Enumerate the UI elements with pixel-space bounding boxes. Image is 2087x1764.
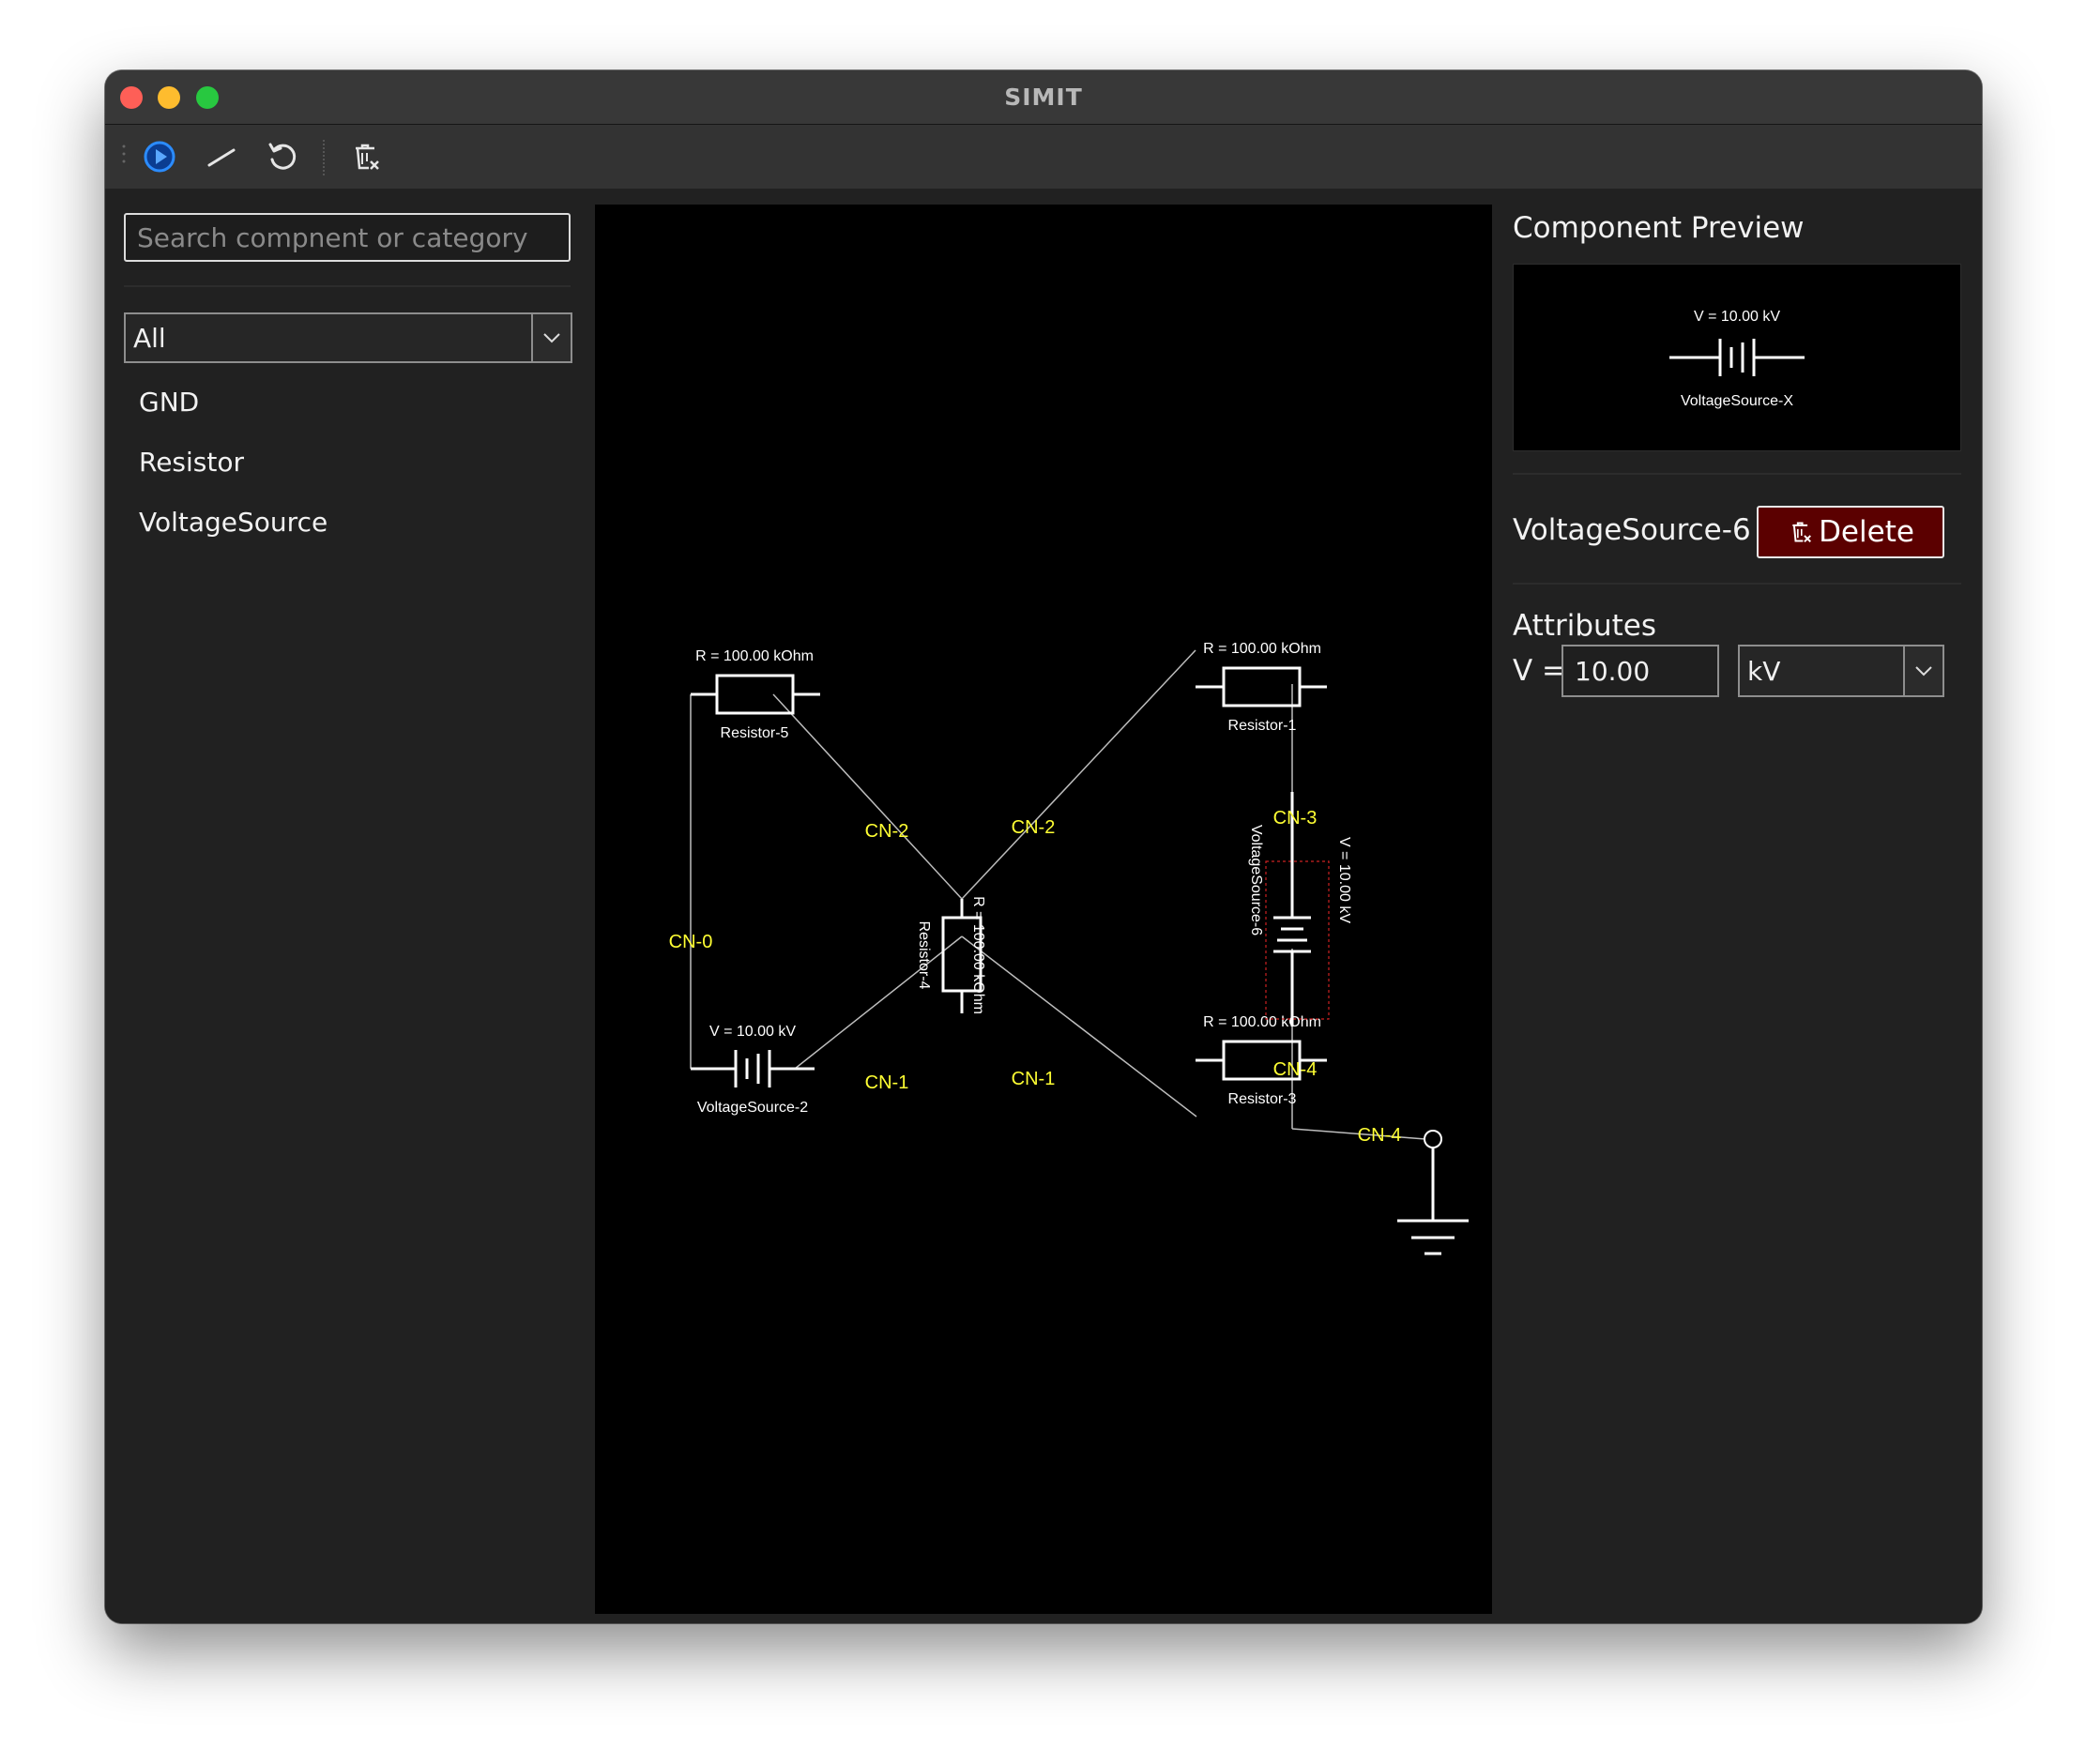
trash-x-icon: [1792, 522, 1812, 542]
trash-x-icon: [356, 144, 379, 170]
wire-cn-1-right[interactable]: [961, 935, 1197, 1118]
resistor-5-value: R = 100.00 kOhm: [695, 648, 814, 664]
voltagesource-6-label: VoltageSource-6: [1248, 825, 1264, 935]
wire-cn-2-left[interactable]: [772, 693, 963, 900]
net-label-cn-4-vertical: CN-4: [1273, 1059, 1318, 1080]
unit-select[interactable]: kV: [1738, 645, 1944, 697]
resistor-4-value: R = 100.00 kOhm: [970, 896, 986, 1014]
refresh-icon: [268, 143, 297, 170]
title-bar: SIMIT: [105, 70, 1982, 125]
net-label-cn-1-right: CN-1: [1012, 1069, 1056, 1089]
app-window: SIMIT Search compnent or category All GN…: [105, 70, 1982, 1623]
preview-heading: Component Preview: [1513, 211, 1805, 245]
divider: [1513, 473, 1961, 475]
resistor-4[interactable]: R = 100.00 kOhm Resistor-4: [916, 896, 986, 1014]
resistor-1-value: R = 100.00 kOhm: [1203, 641, 1321, 657]
component-item-voltagesource[interactable]: VoltageSource: [139, 502, 328, 543]
resistor-1-label: Resistor-1: [1228, 718, 1297, 734]
net-label-cn-4-gnd: CN-4: [1358, 1125, 1402, 1146]
net-label-cn-2-left: CN-2: [865, 821, 909, 842]
search-input[interactable]: [124, 213, 571, 262]
wire-line-icon: [207, 148, 236, 167]
toolbar-separator: [323, 140, 327, 175]
wire-cn-2-right[interactable]: [961, 649, 1196, 900]
window-title: SIMIT: [1004, 84, 1083, 111]
reset-button[interactable]: [260, 134, 305, 179]
voltagesource-6-value: V = 10.00 kV: [1336, 837, 1352, 923]
component-item-resistor[interactable]: Resistor: [139, 442, 244, 483]
toolbar-grip: [121, 134, 127, 179]
resistor-1[interactable]: R = 100.00 kOhm Resistor-1: [1196, 641, 1327, 734]
preview-value: V = 10.00 kV: [1694, 309, 1780, 325]
resistor-4-label: Resistor-4: [916, 921, 932, 990]
net-label-cn-1-left: CN-1: [865, 1072, 909, 1093]
divider: [1513, 583, 1961, 585]
net-label-cn-0: CN-0: [669, 932, 713, 952]
resistor-3-label: Resistor-3: [1228, 1091, 1297, 1107]
preview-name: VoltageSource-X: [1681, 393, 1793, 409]
category-dropdown-button[interactable]: [531, 314, 571, 361]
component-preview: V = 10.00 kV VoltageSource-X: [1513, 264, 1961, 451]
voltagesource-2-label: VoltageSource-2: [697, 1100, 808, 1116]
wire-cn-1-left[interactable]: [794, 935, 963, 1070]
chevron-down-icon: [1915, 666, 1932, 677]
resistor-3-value: R = 100.00 kOhm: [1203, 1014, 1321, 1030]
attribute-label: V =: [1513, 654, 1567, 688]
resistor-5-label: Resistor-5: [721, 725, 789, 741]
component-library-panel: All GND Resistor VoltageSource: [105, 189, 595, 1623]
net-label-cn-2-right: CN-2: [1012, 817, 1056, 838]
delete-button[interactable]: Delete: [1757, 506, 1944, 558]
gnd-symbol[interactable]: [1397, 1130, 1469, 1255]
attribute-value-input[interactable]: [1561, 645, 1719, 697]
play-circle-icon: [144, 141, 175, 173]
properties-panel: Component Preview V = 10.00 kV VoltageSo…: [1492, 189, 1982, 1623]
delete-all-button[interactable]: [343, 134, 388, 179]
selected-component-name: VoltageSource-6: [1513, 513, 1751, 547]
unit-select-value: kV: [1747, 655, 1781, 687]
wire-tool-button[interactable]: [199, 134, 244, 179]
chevron-down-icon: [543, 333, 560, 343]
voltagesource-2[interactable]: V = 10.00 kV VoltageSource-2: [691, 1024, 815, 1116]
net-label-cn-3: CN-3: [1273, 808, 1318, 829]
delete-button-label: Delete: [1819, 515, 1914, 549]
attributes-heading: Attributes: [1513, 609, 1657, 643]
category-select[interactable]: All: [124, 312, 572, 363]
resistor-5[interactable]: R = 100.00 kOhm Resistor-5: [691, 648, 820, 741]
circuit-canvas[interactable]: R = 100.00 kOhm Resistor-5 R = 100.00 kO…: [595, 205, 1492, 1614]
component-item-gnd[interactable]: GND: [139, 382, 199, 423]
run-button[interactable]: [137, 134, 182, 179]
toolbar: [105, 125, 1982, 189]
category-select-value: All: [133, 322, 166, 354]
divider: [124, 285, 571, 287]
voltagesource-2-value: V = 10.00 kV: [709, 1024, 796, 1040]
unit-dropdown-button[interactable]: [1903, 646, 1942, 695]
